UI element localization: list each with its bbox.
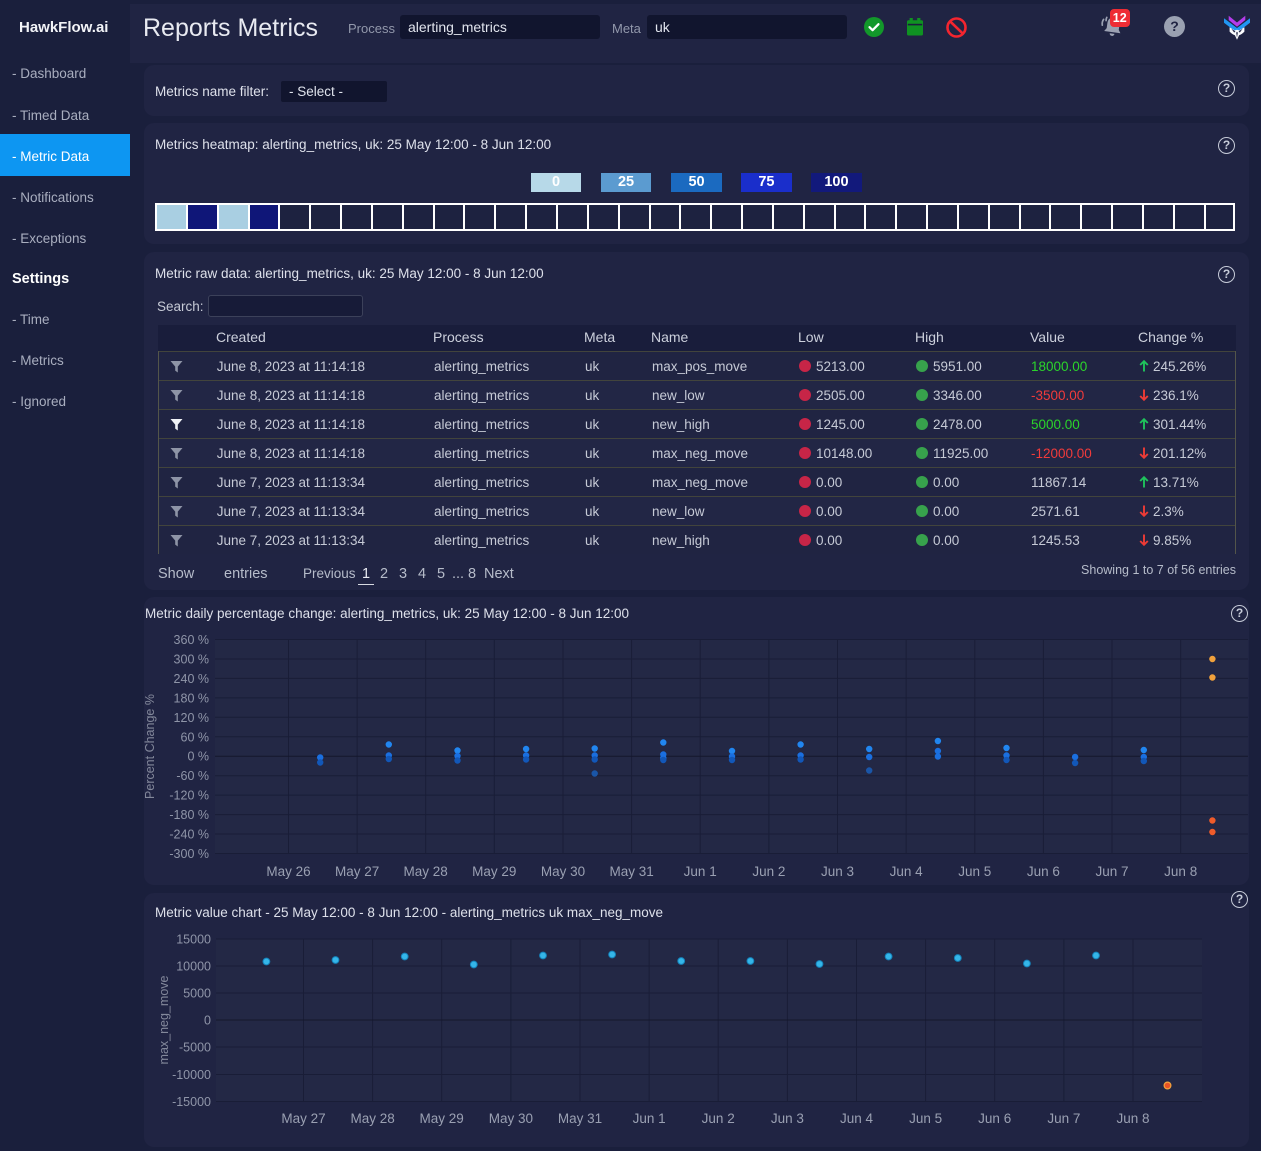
svg-text:5000: 5000 <box>183 987 211 1001</box>
svg-text:May 30: May 30 <box>541 864 585 879</box>
svg-text:15000: 15000 <box>176 933 211 947</box>
svg-text:-15000: -15000 <box>172 1095 211 1109</box>
svg-text:-10000: -10000 <box>172 1068 211 1082</box>
svg-text:Jun 5: Jun 5 <box>909 1111 942 1126</box>
svg-text:240 %: 240 % <box>174 672 209 686</box>
svg-text:-60 %: -60 % <box>176 769 209 783</box>
svg-text:0 %: 0 % <box>187 750 209 764</box>
svg-text:0: 0 <box>204 1014 211 1028</box>
svg-text:Jun 1: Jun 1 <box>684 864 717 879</box>
svg-text:-180 %: -180 % <box>169 808 209 822</box>
svg-text:-240 %: -240 % <box>169 828 209 842</box>
svg-text:360 %: 360 % <box>174 633 209 647</box>
svg-text:Jun 8: Jun 8 <box>1164 864 1197 879</box>
svg-text:Percent Change %: Percent Change % <box>144 694 157 799</box>
svg-text:Jun 8: Jun 8 <box>1116 1111 1149 1126</box>
svg-text:Jun 3: Jun 3 <box>821 864 854 879</box>
svg-text:Jun 6: Jun 6 <box>978 1111 1011 1126</box>
svg-text:Jun 2: Jun 2 <box>702 1111 735 1126</box>
svg-text:May 27: May 27 <box>281 1111 325 1126</box>
svg-text:60 %: 60 % <box>181 730 210 744</box>
svg-text:May 31: May 31 <box>558 1111 602 1126</box>
svg-text:Jun 6: Jun 6 <box>1027 864 1060 879</box>
svg-text:Jun 1: Jun 1 <box>633 1111 666 1126</box>
svg-text:May 26: May 26 <box>266 864 310 879</box>
svg-text:180 %: 180 % <box>174 691 209 705</box>
svg-text:-5000: -5000 <box>179 1041 211 1055</box>
svg-text:May 30: May 30 <box>489 1111 533 1126</box>
svg-text:Jun 2: Jun 2 <box>752 864 785 879</box>
svg-text:Jun 4: Jun 4 <box>840 1111 874 1126</box>
svg-text:Jun 5: Jun 5 <box>958 864 991 879</box>
svg-text:10000: 10000 <box>176 960 211 974</box>
svg-text:May 29: May 29 <box>472 864 516 879</box>
svg-text:-300 %: -300 % <box>169 847 209 861</box>
svg-text:Jun 7: Jun 7 <box>1047 1111 1080 1126</box>
svg-text:May 29: May 29 <box>420 1111 464 1126</box>
svg-text:Jun 4: Jun 4 <box>890 864 924 879</box>
svg-text:max_neg_move: max_neg_move <box>157 975 171 1064</box>
svg-text:-120 %: -120 % <box>169 789 209 803</box>
svg-text:May 27: May 27 <box>335 864 379 879</box>
svg-text:May 28: May 28 <box>404 864 448 879</box>
svg-text:May 28: May 28 <box>350 1111 394 1126</box>
svg-text:300 %: 300 % <box>174 653 209 667</box>
svg-text:May 31: May 31 <box>609 864 653 879</box>
svg-text:120 %: 120 % <box>174 711 209 725</box>
svg-text:Jun 3: Jun 3 <box>771 1111 804 1126</box>
svg-text:Jun 7: Jun 7 <box>1095 864 1128 879</box>
